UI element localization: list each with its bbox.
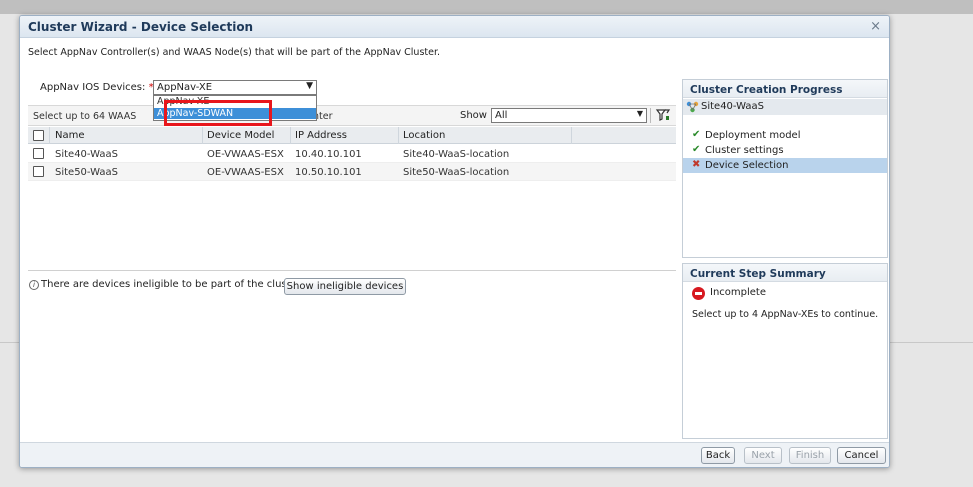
column-header-location[interactable]: Location	[403, 130, 445, 141]
grid-toolbar: Select up to 64 WAAS nter Show All ▼	[28, 105, 676, 126]
progress-step-cluster-settings: ✔ Cluster settings	[683, 143, 887, 158]
table-row[interactable]: Site50-WaaS OE-VWAAS-ESX 10.50.10.101 Si…	[28, 163, 676, 181]
step-label: Device Selection	[705, 160, 789, 171]
device-type-label: AppNav IOS Devices: *	[40, 82, 154, 93]
device-type-select[interactable]: AppNav-XE ▼	[153, 80, 317, 95]
no-entry-icon	[692, 287, 705, 300]
background-top-strip	[0, 0, 973, 14]
back-button[interactable]: Back	[701, 447, 735, 464]
device-type-label-text: AppNav IOS Devices:	[40, 82, 146, 93]
table-header: Name Device Model IP Address Location	[28, 127, 676, 144]
dialog-title: Cluster Wizard - Device Selection	[28, 20, 254, 34]
summary-status: Incomplete	[710, 287, 766, 298]
checkmark-icon: ✔	[692, 144, 701, 155]
cluster-name: Site40-WaaS	[701, 101, 764, 112]
select-limit-text: Select up to 64 WAAS	[33, 111, 137, 122]
progress-step-deployment-model: ✔ Deployment model	[683, 128, 887, 143]
toolbar-separator	[650, 108, 651, 123]
row-checkbox[interactable]	[33, 148, 44, 159]
grid-bottom-border	[28, 270, 676, 271]
cancel-button[interactable]: Cancel	[837, 447, 886, 464]
summary-message: Select up to 4 AppNav-XEs to continue.	[692, 309, 879, 320]
column-separator	[290, 127, 291, 144]
cluster-node-row: Site40-WaaS	[683, 99, 887, 115]
dialog-titlebar: Cluster Wizard - Device Selection ×	[20, 16, 889, 38]
checkmark-icon: ✔	[692, 129, 701, 140]
select-all-checkbox[interactable]	[33, 130, 44, 141]
column-separator	[398, 127, 399, 144]
cell-device-model: OE-VWAAS-ESX	[207, 167, 284, 178]
cell-name: Site40-WaaS	[55, 149, 118, 160]
ineligible-message: There are devices ineligible to be part …	[41, 279, 304, 290]
table-row[interactable]: Site40-WaaS OE-VWAAS-ESX 10.40.10.101 Si…	[28, 145, 676, 163]
progress-step-device-selection: ✖ Device Selection	[683, 158, 887, 173]
cluster-wizard-dialog: Cluster Wizard - Device Selection × Sele…	[19, 15, 890, 468]
cell-location: Site40-WaaS-location	[403, 149, 510, 160]
filter-icon[interactable]	[655, 107, 671, 123]
row-checkbox[interactable]	[33, 166, 44, 177]
show-filter-select[interactable]: All ▼	[491, 108, 647, 123]
column-separator	[202, 127, 203, 144]
show-ineligible-devices-button[interactable]: Show ineligible devices	[284, 278, 406, 295]
chevron-down-icon: ▼	[306, 81, 313, 91]
chevron-down-icon: ▼	[636, 109, 643, 118]
show-filter-value: All	[495, 110, 508, 121]
summary-panel-title: Current Step Summary	[683, 264, 887, 282]
info-icon: i	[29, 280, 39, 290]
column-header-ip-address[interactable]: IP Address	[295, 130, 347, 141]
column-separator	[571, 127, 572, 144]
column-header-device-model[interactable]: Device Model	[207, 130, 274, 141]
close-icon[interactable]: ×	[870, 19, 881, 34]
show-label: Show	[460, 110, 487, 121]
step-label: Deployment model	[705, 130, 801, 141]
step-label: Cluster settings	[705, 145, 784, 156]
dialog-footer: Back Next Finish Cancel	[20, 442, 889, 467]
cell-device-model: OE-VWAAS-ESX	[207, 149, 284, 160]
column-separator	[49, 127, 50, 144]
instruction-text: Select AppNav Controller(s) and WAAS Nod…	[28, 47, 441, 58]
cell-ip-address: 10.40.10.101	[295, 149, 362, 160]
cluster-creation-progress-panel: Cluster Creation Progress Site40-WaaS ✔ …	[682, 79, 888, 258]
finish-button[interactable]: Finish	[789, 447, 831, 464]
current-step-summary-panel: Current Step Summary Incomplete Select u…	[682, 263, 888, 439]
error-x-icon: ✖	[692, 159, 701, 170]
progress-panel-title: Cluster Creation Progress	[683, 80, 887, 98]
column-header-name[interactable]: Name	[55, 130, 85, 141]
cell-ip-address: 10.50.10.101	[295, 167, 362, 178]
cell-name: Site50-WaaS	[55, 167, 118, 178]
cell-location: Site50-WaaS-location	[403, 167, 510, 178]
annotation-highlight-box	[164, 100, 272, 126]
next-button[interactable]: Next	[744, 447, 782, 464]
device-type-selected: AppNav-XE	[157, 82, 213, 93]
cluster-network-icon	[686, 101, 699, 113]
